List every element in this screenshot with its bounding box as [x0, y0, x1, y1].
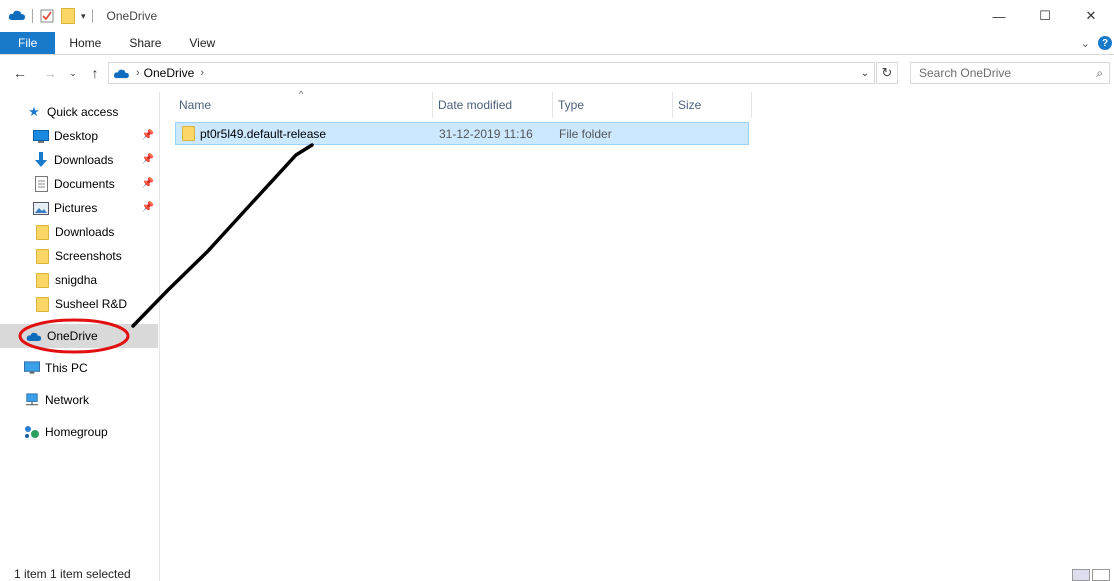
quick-access-toolbar: ▾ OneDrive: [0, 0, 157, 32]
desktop-icon: [33, 128, 49, 144]
navigation-row: ← → ⌄ ↑ › OneDrive › ⌄ ↻ ⌕: [0, 56, 1114, 90]
refresh-button[interactable]: ↻: [876, 62, 898, 84]
nav-onedrive[interactable]: OneDrive: [0, 324, 158, 348]
tab-view[interactable]: View: [175, 32, 229, 54]
folder-icon: [34, 272, 50, 288]
network-icon: [24, 392, 40, 408]
pin-icon[interactable]: 📌: [142, 130, 154, 141]
folder-icon: [34, 224, 50, 240]
ribbon-tabs: File Home Share View ⌄ ?: [0, 32, 1114, 55]
nav-item-snigdha[interactable]: snigdha: [0, 268, 158, 292]
nav-label: Susheel R&D: [55, 297, 128, 311]
pin-icon[interactable]: 📌: [142, 202, 154, 213]
sort-up-icon: ^: [299, 89, 304, 99]
status-bar: 1 item 1 item selected: [0, 568, 1114, 581]
nav-label: Quick access: [47, 105, 119, 119]
file-date-modified: 31-12-2019 11:16: [439, 127, 533, 141]
nav-label: Screenshots: [55, 249, 122, 263]
large-icons-view-button[interactable]: [1092, 569, 1110, 581]
tab-home[interactable]: Home: [55, 32, 115, 54]
nav-label: Network: [45, 393, 90, 407]
tab-file[interactable]: File: [0, 32, 56, 54]
title-bar: ▾ OneDrive — ☐ ✕: [0, 0, 1114, 32]
column-header-type[interactable]: Type: [554, 92, 673, 118]
minimize-button[interactable]: —: [976, 0, 1022, 32]
ribbon-right: ⌄ ?: [1081, 32, 1114, 54]
nav-label: Desktop: [54, 129, 99, 143]
onedrive-cloud-icon: [26, 328, 42, 344]
nav-item-documents[interactable]: Documents 📌: [0, 172, 158, 196]
breadcrumb-onedrive[interactable]: OneDrive: [144, 66, 195, 80]
nav-item-pictures[interactable]: Pictures 📌: [0, 196, 158, 220]
documents-icon: [33, 176, 49, 192]
nav-item-desktop[interactable]: Desktop 📌: [0, 124, 158, 148]
nav-label: Pictures: [54, 201, 98, 215]
nav-label: Documents: [54, 177, 115, 191]
nav-quick-access[interactable]: ★ Quick access: [0, 100, 158, 124]
close-button[interactable]: ✕: [1068, 0, 1114, 32]
address-dropdown-icon[interactable]: ⌄: [858, 65, 872, 81]
up-button[interactable]: ↑: [84, 62, 106, 84]
recent-locations-dropdown[interactable]: ⌄: [62, 62, 84, 84]
file-row[interactable]: pt0r5l49.default-release 31-12-2019 11:1…: [175, 122, 749, 145]
properties-icon[interactable]: [39, 8, 55, 24]
address-bar[interactable]: › OneDrive › ⌄: [108, 62, 875, 84]
download-arrow-icon: [33, 152, 49, 168]
folder-icon: [34, 296, 50, 312]
nav-label: Homegroup: [45, 425, 108, 439]
navigation-pane: ★ Quick access Desktop 📌 Downloads 📌 Doc…: [0, 92, 160, 581]
nav-label: This PC: [45, 361, 88, 375]
nav-item-screenshots[interactable]: Screenshots: [0, 244, 158, 268]
window-title: OneDrive: [106, 9, 158, 23]
homegroup-icon: [24, 424, 40, 440]
pin-icon[interactable]: 📌: [142, 154, 154, 165]
nav-label: Downloads: [55, 225, 115, 239]
back-button[interactable]: ←: [9, 62, 31, 84]
tab-share[interactable]: Share: [115, 32, 175, 54]
nav-label: OneDrive: [47, 329, 98, 343]
status-text: 1 item 1 item selected: [14, 567, 131, 581]
search-input[interactable]: [911, 66, 1081, 80]
search-icon[interactable]: ⌕: [1096, 66, 1103, 81]
details-view-button[interactable]: [1072, 569, 1090, 581]
forward-button[interactable]: →: [39, 62, 61, 84]
column-header-name[interactable]: Name ^: [175, 89, 433, 118]
file-name: pt0r5l49.default-release: [200, 127, 327, 141]
column-header-date-modified[interactable]: Date modified: [434, 92, 553, 118]
nav-item-downloads[interactable]: Downloads 📌: [0, 148, 158, 172]
nav-this-pc[interactable]: This PC: [0, 356, 158, 380]
nav-homegroup[interactable]: Homegroup: [0, 420, 158, 444]
nav-item-susheel-rd[interactable]: Susheel R&D: [0, 292, 158, 316]
expand-ribbon-icon[interactable]: ⌄: [1081, 37, 1090, 50]
nav-label: snigdha: [55, 273, 98, 287]
view-toggle: [1072, 569, 1110, 581]
folder-icon: [182, 126, 195, 141]
search-box[interactable]: ⌕: [910, 62, 1110, 84]
maximize-button[interactable]: ☐: [1022, 0, 1068, 32]
column-header-size[interactable]: Size: [674, 92, 752, 118]
new-folder-icon[interactable]: [61, 8, 75, 24]
customize-qat-dropdown-icon[interactable]: ▾: [81, 11, 86, 22]
file-type: File folder: [559, 127, 612, 141]
help-icon[interactable]: ?: [1098, 36, 1112, 50]
breadcrumb-chevron-icon[interactable]: ›: [136, 67, 140, 79]
onedrive-cloud-icon: [113, 68, 130, 79]
computer-icon: [24, 360, 40, 376]
explorer-window: ▾ OneDrive — ☐ ✕ File Home Share View ⌄ …: [0, 0, 1114, 581]
star-icon: ★: [28, 104, 40, 119]
nav-network[interactable]: Network: [0, 388, 158, 412]
onedrive-cloud-icon: [8, 9, 26, 24]
pin-icon[interactable]: 📌: [142, 178, 154, 189]
nav-label: Downloads: [54, 153, 114, 167]
pictures-icon: [33, 200, 49, 216]
breadcrumb-chevron-icon[interactable]: ›: [200, 67, 204, 79]
folder-icon: [34, 248, 50, 264]
nav-item-downloads-folder[interactable]: Downloads: [0, 220, 158, 244]
window-controls: — ☐ ✕: [976, 0, 1114, 32]
